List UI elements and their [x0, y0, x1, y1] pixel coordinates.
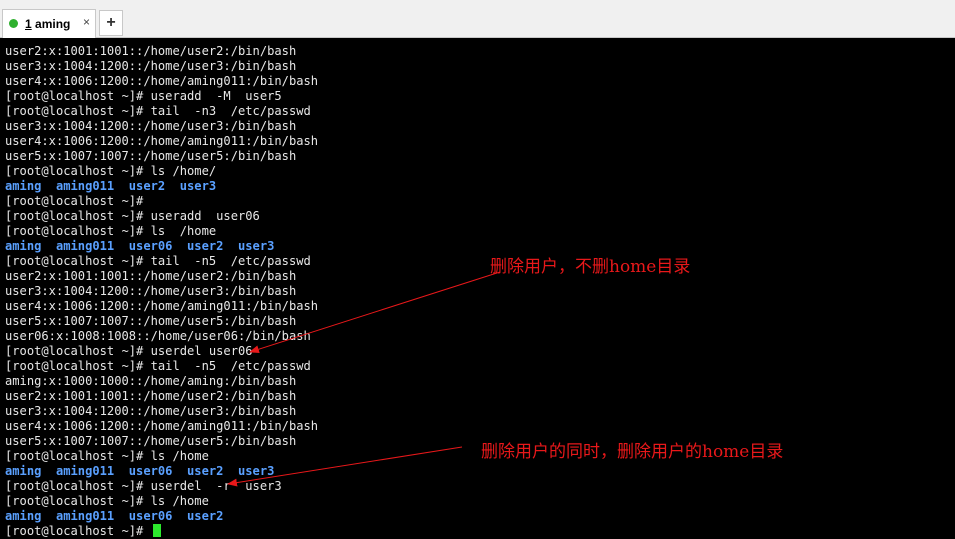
annotation-userdel: 删除用户，不删home目录	[490, 257, 691, 277]
annotation-arrows	[227, 271, 501, 487]
arrow-to-userdel	[249, 271, 501, 354]
annotation-userdel-r: 删除用户的同时，删除用户的home目录	[481, 442, 784, 462]
arrow-to-userdel-r	[227, 446, 463, 487]
